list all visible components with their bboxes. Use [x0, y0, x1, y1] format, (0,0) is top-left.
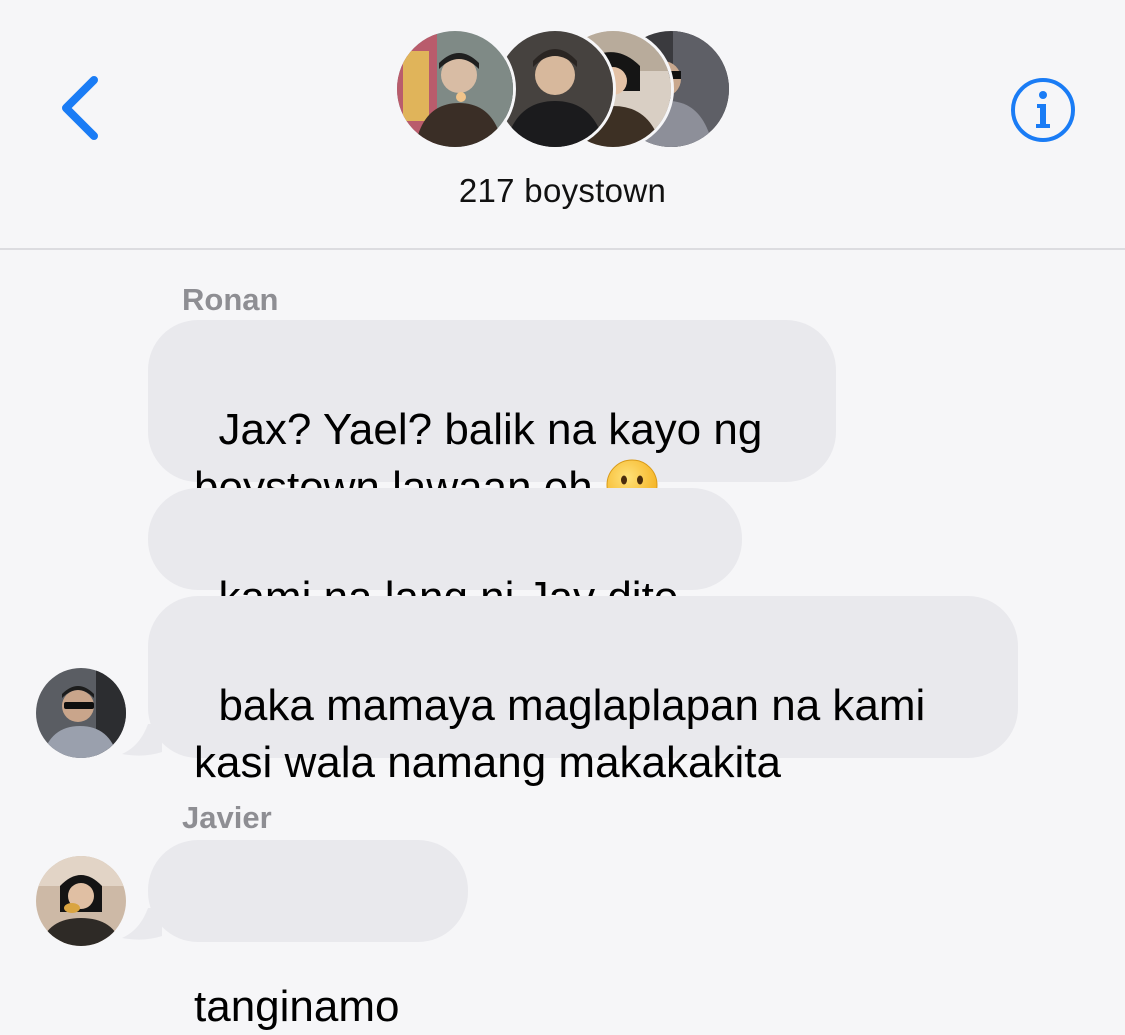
message-bubble[interactable]: baka mamaya maglaplapan na kami kasi wal…	[148, 596, 1018, 787]
bubble-tail	[122, 724, 162, 756]
info-icon	[1011, 78, 1075, 142]
message-text: tanginamo	[194, 982, 400, 1031]
sender-avatar-javier[interactable]	[36, 856, 126, 946]
info-button[interactable]	[1009, 76, 1077, 144]
group-title[interactable]: 217 boystown	[0, 172, 1125, 210]
message-text: baka mamaya maglaplapan na kami kasi wal…	[194, 681, 926, 787]
sender-name-label: Javier	[182, 800, 272, 835]
group-avatar-stack[interactable]	[394, 28, 734, 150]
conversation-header: 217 boystown	[0, 0, 1125, 250]
group-member-avatar	[394, 28, 516, 150]
back-button[interactable]	[56, 74, 106, 142]
chevron-left-icon	[62, 76, 98, 140]
sender-name-label: Ronan	[182, 282, 279, 317]
message-bubble[interactable]: tanginamo	[148, 840, 468, 1031]
sender-avatar-ronan[interactable]	[36, 668, 126, 758]
message-bubble[interactable]: Jax? Yael? balik na kayo ng boystown law…	[148, 320, 836, 512]
bubble-tail	[122, 908, 162, 940]
message-bubble[interactable]: kami na lang ni Jav dito	[148, 488, 742, 622]
